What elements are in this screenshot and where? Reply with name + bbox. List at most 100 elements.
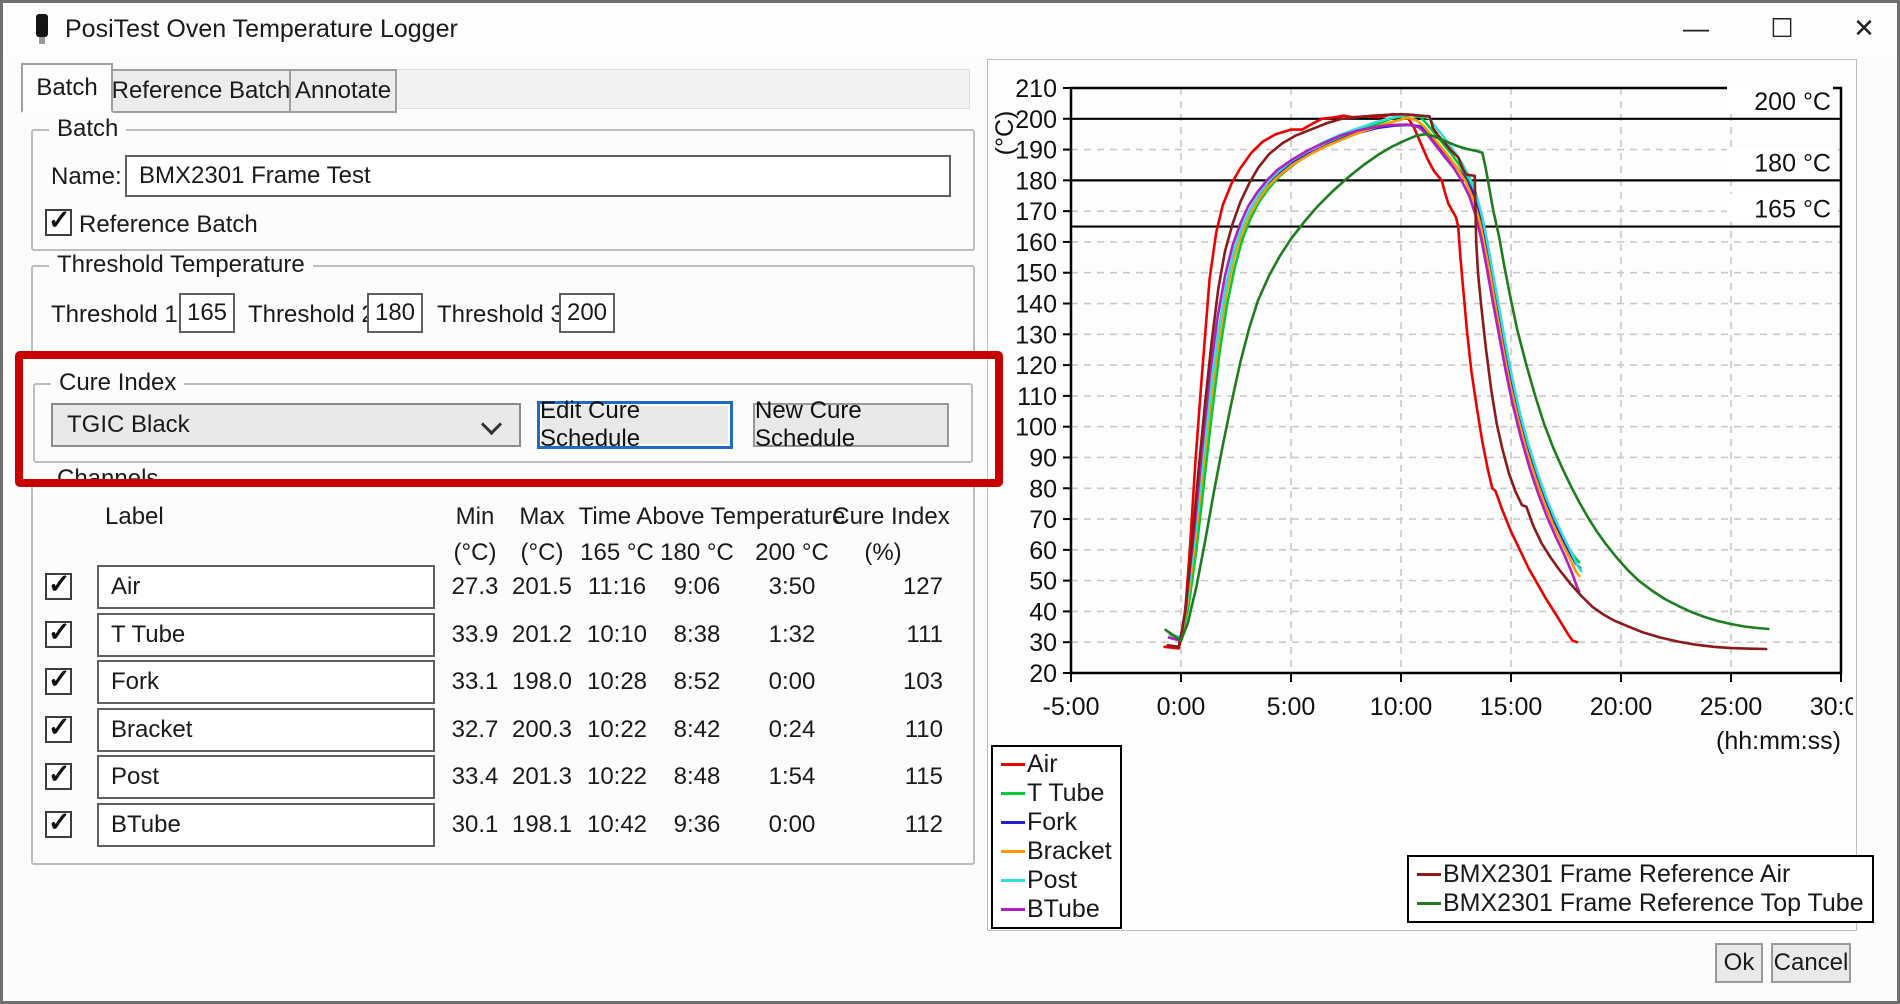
svg-text:-5:00: -5:00 — [1043, 693, 1100, 721]
col-header-180: 180 °C — [657, 539, 737, 567]
temperature-chart: 2102001901801701601501401301201101009080… — [993, 61, 1853, 819]
channel-t180: 8:38 — [657, 621, 737, 649]
cancel-button[interactable]: Cancel — [1771, 943, 1851, 983]
legend-label: BMX2301 Frame Reference Air — [1443, 860, 1790, 889]
col-header-time-above: Time Above Temperature — [567, 503, 857, 531]
minimize-button[interactable]: — — [1669, 7, 1723, 49]
window: PosiTest Oven Temperature Logger — ☐ ✕ B… — [0, 0, 1900, 1004]
legend-line-swatch — [1001, 850, 1025, 853]
svg-text:90: 90 — [1029, 444, 1057, 472]
maximize-button[interactable]: ☐ — [1755, 7, 1809, 49]
svg-text:50: 50 — [1029, 568, 1057, 596]
close-button[interactable]: ✕ — [1837, 7, 1891, 49]
channel-label-input[interactable] — [97, 565, 435, 609]
legend-line-swatch — [1001, 908, 1025, 911]
svg-text:5:00: 5:00 — [1267, 693, 1316, 721]
chevron-down-icon — [481, 414, 502, 435]
channel-checkbox[interactable]: ✓ — [45, 621, 72, 648]
channel-checkbox[interactable]: ✓ — [45, 716, 72, 743]
batch-name-input[interactable] — [125, 155, 951, 197]
title-bar: PosiTest Oven Temperature Logger — ☐ ✕ — [3, 3, 1897, 55]
channel-label-input[interactable] — [97, 660, 435, 704]
svg-text:165 °C: 165 °C — [1754, 196, 1831, 224]
channel-cure-index: 115 — [863, 763, 943, 791]
channel-label-input[interactable] — [97, 803, 435, 847]
channel-t180: 9:06 — [657, 573, 737, 601]
new-cure-schedule-button[interactable]: New Cure Schedule — [753, 403, 949, 447]
channel-t165: 10:22 — [577, 763, 657, 791]
channel-max: 198.0 — [502, 668, 582, 696]
edit-cure-schedule-button[interactable]: Edit Cure Schedule — [537, 401, 733, 449]
svg-text:(°C): (°C) — [993, 111, 1019, 156]
svg-text:200 °C: 200 °C — [1754, 88, 1831, 116]
checkmark-icon: ✓ — [48, 712, 71, 743]
svg-text:130: 130 — [1015, 321, 1057, 349]
legend-item: BMX2301 Frame Reference Air — [1417, 860, 1864, 889]
tab-batch[interactable]: Batch — [21, 63, 113, 113]
channel-t200: 0:24 — [752, 716, 832, 744]
svg-text:180: 180 — [1015, 167, 1057, 195]
legend-label: BTube — [1027, 895, 1100, 924]
threshold3-input[interactable]: 200 — [559, 293, 615, 333]
legend-label: Air — [1027, 750, 1058, 779]
channel-row: ✓33.1198.010:288:520:00103 — [33, 660, 973, 706]
channel-t165: 10:28 — [577, 668, 657, 696]
channel-t200: 0:00 — [752, 811, 832, 839]
cure-index-group: Cure Index TGIC Black Edit Cure Schedule… — [33, 383, 973, 463]
reference-legend: BMX2301 Frame Reference AirBMX2301 Frame… — [1407, 855, 1874, 923]
channel-label-input[interactable] — [97, 708, 435, 752]
svg-text:30: 30 — [1029, 629, 1057, 657]
legend-item: Post — [1001, 866, 1112, 895]
legend-item: Air — [1001, 750, 1112, 779]
channel-row: ✓33.9201.210:108:381:32111 — [33, 613, 973, 659]
ok-button[interactable]: Ok — [1715, 943, 1763, 983]
channel-max: 198.1 — [502, 811, 582, 839]
channels-group-title: Channels — [49, 465, 166, 493]
channel-cure-index: 112 — [863, 811, 943, 839]
legend-label: Bracket — [1027, 837, 1112, 866]
channel-checkbox[interactable]: ✓ — [45, 811, 72, 838]
checkmark-icon: ✓ — [48, 759, 71, 790]
reference-batch-label: Reference Batch — [79, 211, 258, 239]
channel-max: 201.3 — [502, 763, 582, 791]
reference-batch-checkbox[interactable]: ✓ — [45, 209, 72, 236]
threshold2-input[interactable]: 180 — [367, 293, 423, 333]
channel-t165: 10:22 — [577, 716, 657, 744]
svg-text:(hh:mm:ss): (hh:mm:ss) — [1716, 727, 1841, 755]
threshold1-label: Threshold 1: — [51, 301, 184, 329]
cure-schedule-dropdown[interactable]: TGIC Black — [51, 403, 521, 447]
svg-text:70: 70 — [1029, 506, 1057, 534]
col-header-165: 165 °C — [577, 539, 657, 567]
window-title: PosiTest Oven Temperature Logger — [65, 15, 458, 44]
threshold2-label: Threshold 2: — [248, 301, 381, 329]
svg-text:100: 100 — [1015, 414, 1057, 442]
channel-checkbox[interactable]: ✓ — [45, 573, 72, 600]
svg-text:30:00: 30:00 — [1810, 693, 1853, 721]
checkmark-icon: ✓ — [48, 569, 71, 600]
channel-label-input[interactable] — [97, 613, 435, 657]
legend-line-swatch — [1001, 879, 1025, 882]
channel-label-input[interactable] — [97, 755, 435, 799]
batch-group: Batch Name: ✓ Reference Batch — [31, 129, 975, 251]
channel-max: 201.5 — [502, 573, 582, 601]
channel-t180: 8:42 — [657, 716, 737, 744]
app-icon — [33, 13, 51, 52]
threshold3-label: Threshold 3: — [437, 301, 570, 329]
channel-max: 201.2 — [502, 621, 582, 649]
legend-line-swatch — [1001, 792, 1025, 795]
channel-checkbox[interactable]: ✓ — [45, 763, 72, 790]
tab-reference-batch[interactable]: Reference Batch — [109, 69, 293, 113]
channel-t200: 1:54 — [752, 763, 832, 791]
svg-text:120: 120 — [1015, 352, 1057, 380]
channel-t200: 1:32 — [752, 621, 832, 649]
svg-text:210: 210 — [1015, 75, 1057, 103]
tab-annotate[interactable]: Annotate — [289, 69, 397, 113]
svg-text:150: 150 — [1015, 260, 1057, 288]
col-header-cure-index: Cure Index — [829, 503, 953, 531]
legend-line-swatch — [1001, 763, 1025, 766]
channel-checkbox[interactable]: ✓ — [45, 668, 72, 695]
svg-text:140: 140 — [1015, 291, 1057, 319]
svg-text:10:00: 10:00 — [1370, 693, 1433, 721]
channel-t180: 8:52 — [657, 668, 737, 696]
threshold1-input[interactable]: 165 — [179, 293, 235, 333]
